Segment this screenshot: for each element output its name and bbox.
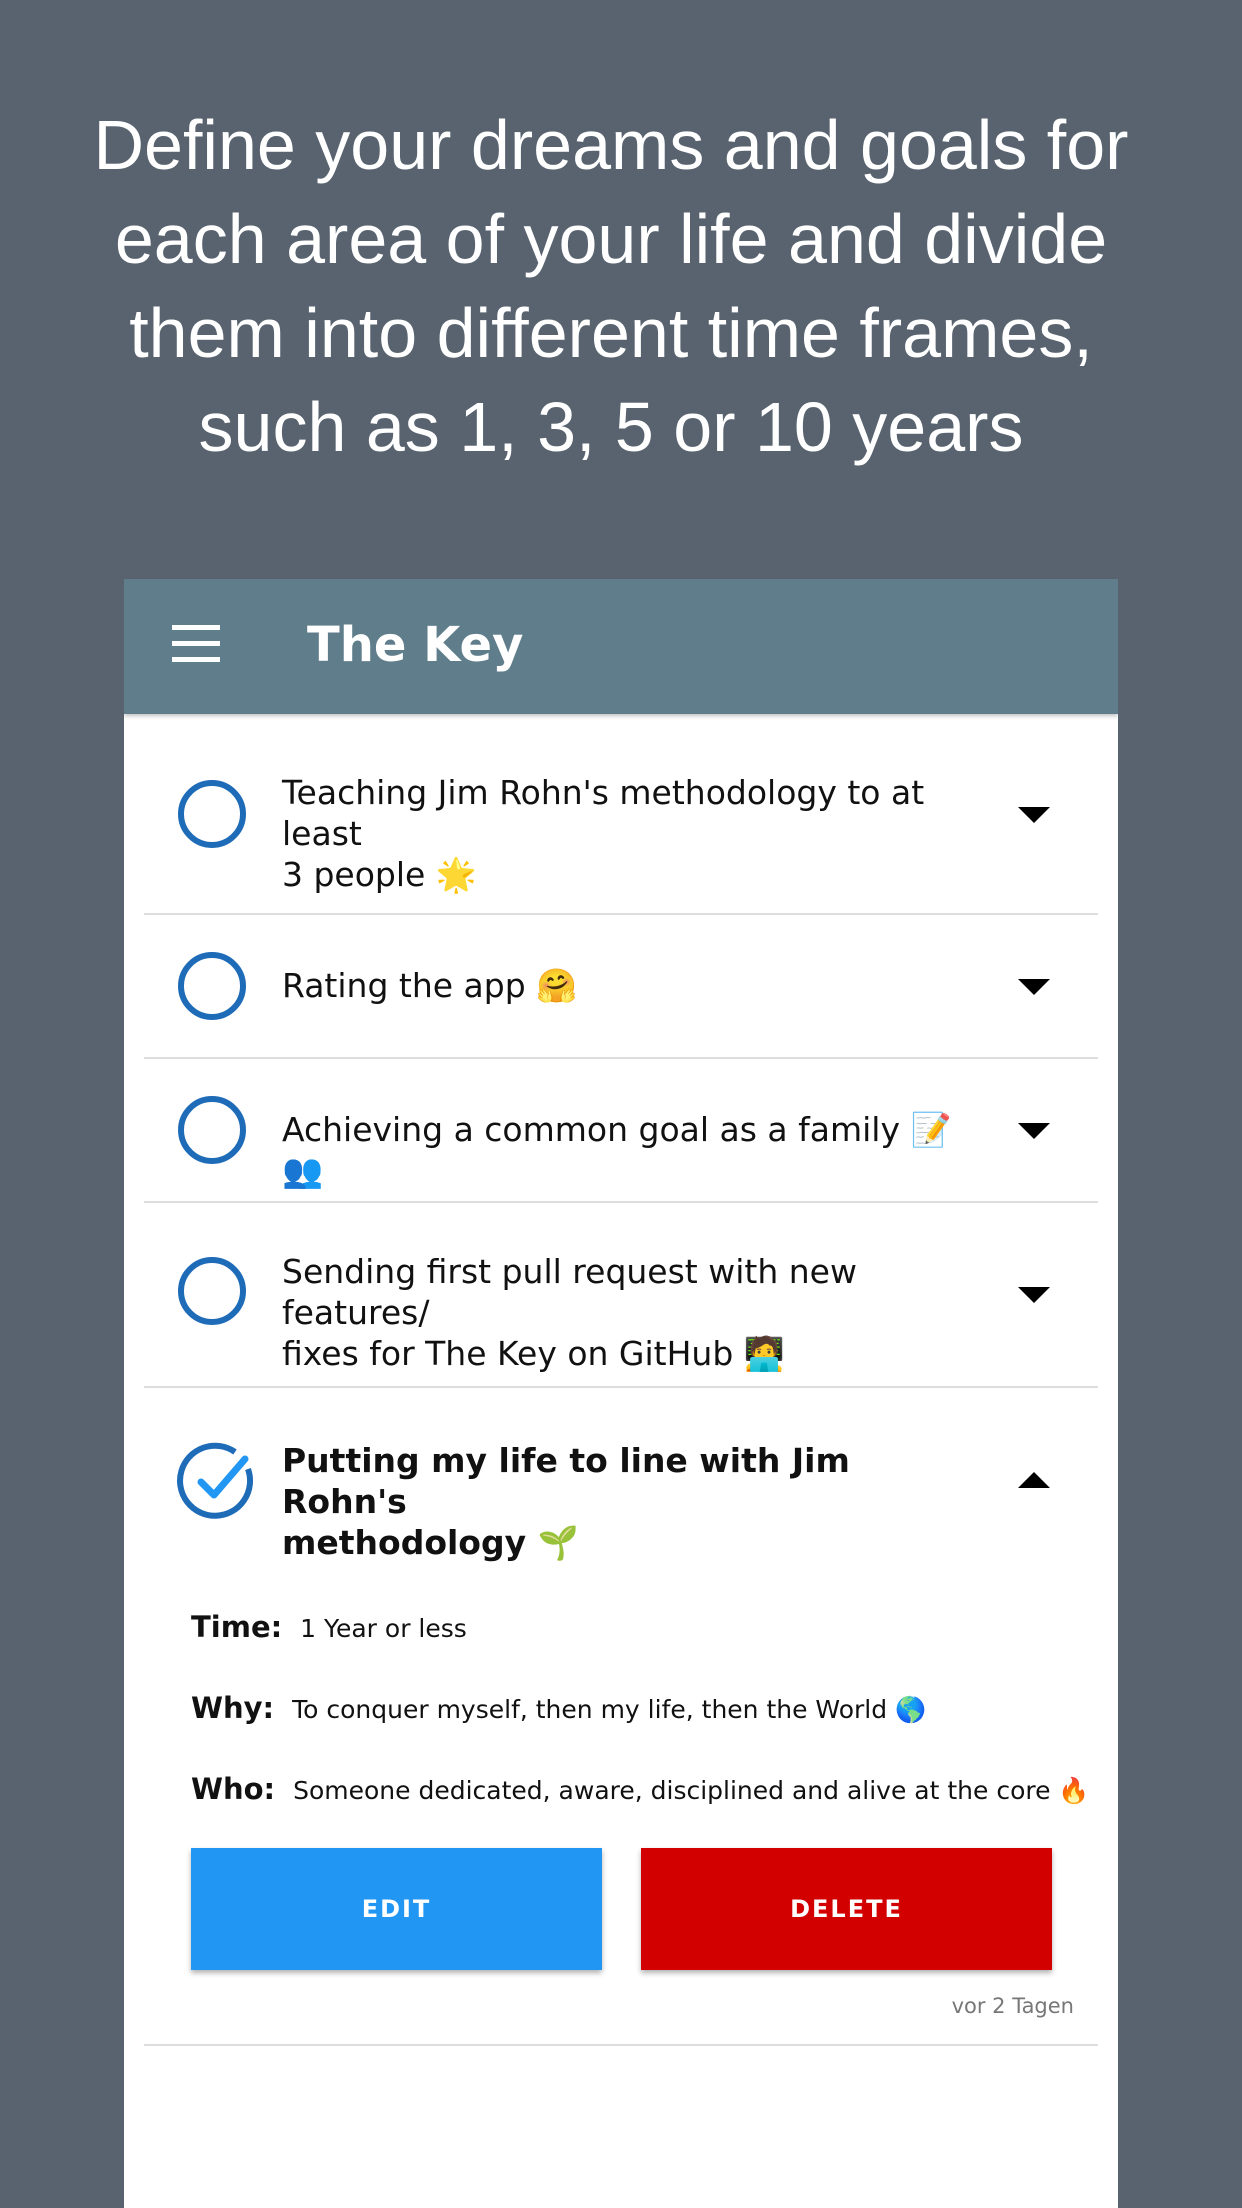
edit-button[interactable]: EDIT (191, 1848, 602, 1970)
goal-checkbox[interactable] (178, 1257, 246, 1325)
detail-label: Who: (191, 1772, 276, 1806)
goal-text-line: Sending first pull request with new feat… (282, 1252, 857, 1332)
chevron-down-icon[interactable] (1018, 1123, 1050, 1139)
goal-text: Sending first pull request with new feat… (282, 1251, 972, 1374)
goal-text-line: Teaching Jim Rohn's methodology to at le… (282, 773, 925, 853)
goal-item[interactable]: Teaching Jim Rohn's methodology to at le… (144, 714, 1098, 915)
goal-text: Teaching Jim Rohn's methodology to at le… (282, 772, 972, 895)
promo-headline: Define your dreams and goals for each ar… (40, 98, 1182, 474)
delete-button[interactable]: DELETE (641, 1848, 1052, 1970)
detail-value: Someone dedicated, aware, disciplined an… (293, 1776, 1090, 1805)
hamburger-menu-icon[interactable] (172, 625, 220, 665)
goal-text: Putting my life to line with Jim Rohn's … (282, 1440, 972, 1563)
app-bar: The Key (124, 579, 1118, 714)
goal-text-line: methodology 🌱 (282, 1523, 579, 1562)
detail-value: 1 Year or less (300, 1614, 467, 1643)
goal-checked-icon[interactable] (177, 1441, 257, 1521)
chevron-down-icon[interactable] (1018, 1287, 1050, 1303)
goal-item[interactable]: Rating the app 🤗 (144, 915, 1098, 1059)
headline-line: Define your dreams and goals for (93, 106, 1129, 184)
app-title: The Key (307, 617, 524, 673)
detail-value: To conquer myself, then my life, then th… (292, 1695, 927, 1724)
goal-text-line: fixes for The Key on GitHub 🧑‍💻 (282, 1334, 785, 1373)
app-screen: The Key Teaching Jim Rohn's methodology … (124, 579, 1118, 2208)
detail-who: Who: Someone dedicated, aware, disciplin… (191, 1772, 1090, 1806)
goal-text-line: 3 people 🌟 (282, 855, 477, 894)
goal-text: Achieving a common goal as a family 📝👥 (282, 1110, 952, 1190)
chevron-down-icon[interactable] (1018, 979, 1050, 995)
detail-why: Why: To conquer myself, then my life, th… (191, 1691, 926, 1725)
goal-list: Teaching Jim Rohn's methodology to at le… (144, 714, 1098, 2046)
headline-line: each area of your life and divide (114, 200, 1108, 278)
goal-checkbox[interactable] (178, 780, 246, 848)
chevron-up-icon[interactable] (1018, 1472, 1050, 1488)
goal-text-line: Putting my life to line with Jim Rohn's (282, 1441, 850, 1521)
detail-label: Why: (191, 1691, 275, 1725)
detail-label: Time: (191, 1610, 283, 1644)
headline-line: them into different time frames, (129, 294, 1093, 372)
headline-line: such as 1, 3, 5 or 10 years (198, 388, 1024, 466)
goal-text: Rating the app 🤗 (282, 966, 578, 1005)
goal-checkbox[interactable] (178, 952, 246, 1020)
goal-item-expanded[interactable]: Putting my life to line with Jim Rohn's … (144, 1388, 1098, 2046)
goal-item[interactable]: Sending first pull request with new feat… (144, 1203, 1098, 1388)
chevron-down-icon[interactable] (1018, 807, 1050, 823)
detail-time: Time: 1 Year or less (191, 1610, 467, 1644)
goal-item[interactable]: Achieving a common goal as a family 📝👥 (144, 1059, 1098, 1203)
goal-checkbox[interactable] (178, 1096, 246, 1164)
timestamp: vor 2 Tagen (951, 1994, 1074, 2018)
